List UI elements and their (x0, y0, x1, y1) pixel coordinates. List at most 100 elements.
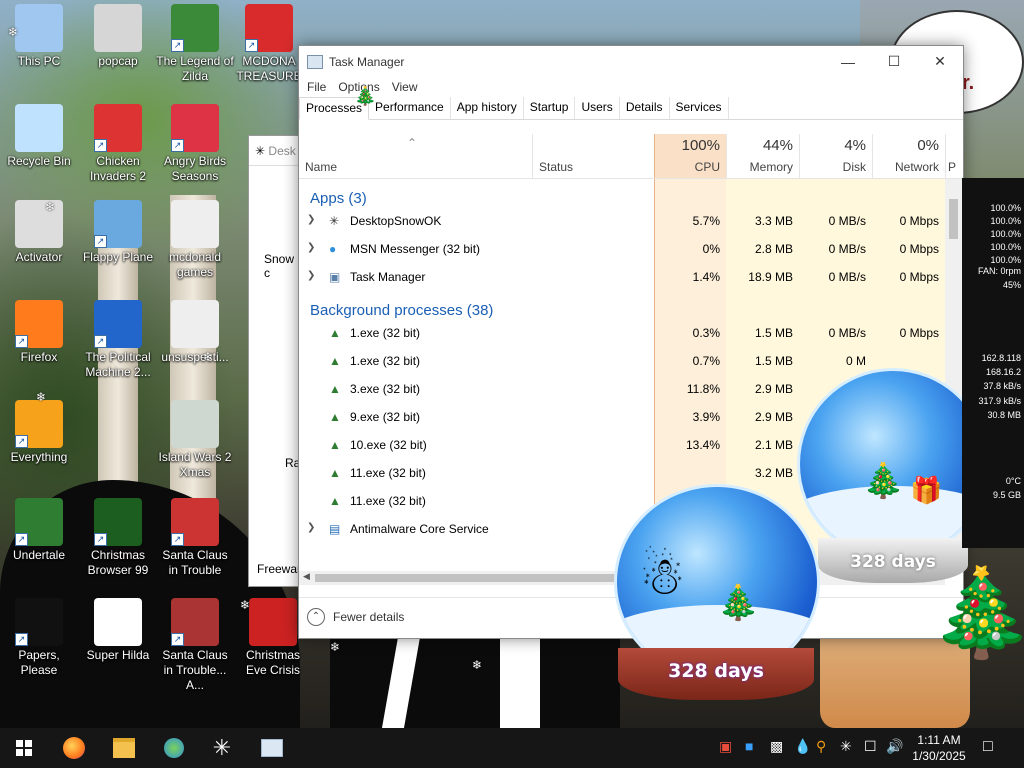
title-bar[interactable]: Task Manager — ☐ ✕ (299, 46, 963, 77)
tab-startup[interactable]: Startup (524, 97, 576, 119)
white-stripe (500, 637, 540, 728)
desktop-icon[interactable]: ↗ MCDONA TREASURE (230, 4, 308, 84)
file-explorer-icon[interactable] (110, 734, 138, 762)
desktop-icon-label: Santa Claus in Trouble... A... (162, 648, 228, 692)
desktop-icon[interactable]: ↗ Firefox (0, 300, 78, 365)
tab-services[interactable]: Services (670, 97, 729, 119)
menu-file[interactable]: File (301, 80, 332, 94)
column-memory[interactable]: 44% Memory (726, 134, 799, 178)
window-title: Task Manager (329, 54, 405, 69)
process-row[interactable]: ▲ 1.exe (32 bit) 0.3% 1.5 MB 0 MB/s 0 Mbps (299, 319, 945, 347)
desktop-icon[interactable]: ↗ Christmas Browser 99 (79, 498, 157, 578)
desktop-icon[interactable]: unsuspecti... (156, 300, 234, 365)
desktop-icon-label: The Political Machine 2... (85, 350, 151, 379)
column-network[interactable]: 0% Network (872, 134, 945, 178)
tree-icon: ▲ (329, 494, 341, 508)
desktop-icon-label: Super Hilda (86, 648, 150, 662)
desktop-icon[interactable]: ↗ Everything (0, 400, 78, 465)
desktop-icon[interactable]: ↗ Papers, Please (0, 598, 78, 678)
taskbar: ✳ ▣ ■ ▩ 💧 ⚲ ✳ ☐ 🔊 1:11 AM 1/30/2025 □ (0, 728, 1024, 768)
shortcut-arrow-icon: ↗ (171, 139, 184, 152)
chevron-up-icon[interactable]: ⌃ (307, 608, 325, 626)
desktop-icon[interactable]: ↗ The Legend of Zilda (156, 4, 234, 84)
process-row[interactable]: ❯ ✳ DesktopSnowOK 5.7% 3.3 MB 0 MB/s 0 Mbps (299, 207, 945, 235)
desktop-icon[interactable]: ↗ Santa Claus in Trouble... A... (156, 598, 234, 693)
close-button[interactable]: ✕ (917, 46, 963, 77)
snowman-icon: ☃ (639, 548, 686, 606)
expand-chevron-icon[interactable]: ❯ (307, 522, 315, 533)
process-name: 9.exe (32 bit) (350, 410, 421, 424)
search-icon[interactable]: ⚲ (816, 738, 826, 755)
maximize-button[interactable]: ☐ (871, 46, 917, 77)
desktop-icon[interactable]: Super Hilda (79, 598, 157, 663)
tree-icon: ▲ (329, 326, 341, 340)
scrollbar-thumb[interactable] (315, 574, 615, 582)
snowflake-icon: ✳ (329, 214, 340, 228)
desktop-icon[interactable]: Island Wars 2 Xmas (156, 400, 234, 480)
volume-icon[interactable]: 🔊 (886, 738, 903, 755)
sort-chevron-icon[interactable]: ⌃ (407, 136, 417, 150)
tab-app-history[interactable]: App history (451, 97, 524, 119)
column-status[interactable]: Status (532, 134, 654, 178)
column-power[interactable]: P (945, 134, 963, 178)
process-row[interactable]: ❯ ● MSN Messenger (32 bit) 0% 2.8 MB 0 MB/s 0 … (299, 235, 945, 263)
expand-chevron-icon[interactable]: ❯ (307, 270, 315, 281)
undertale-icon: ↗ (15, 498, 63, 546)
notification-icon[interactable]: □ (983, 738, 993, 756)
antivirus-icon[interactable]: ▣ (719, 738, 732, 755)
background-window[interactable]: ✳ Desk Snow c Ra Freewar (248, 135, 302, 587)
desktop-icon[interactable]: mcdonald games (156, 200, 234, 280)
column-disk[interactable]: 4% Disk (799, 134, 872, 178)
shadow-shape (330, 630, 620, 728)
desktop-icon[interactable]: ↗ The Political Machine 2... (79, 300, 157, 380)
clock[interactable]: 1:11 AM 1/30/2025 (904, 732, 974, 764)
gadget-reading: 162.8.118 (981, 353, 1021, 363)
expand-chevron-icon[interactable]: ❯ (307, 214, 315, 225)
desktop-icon[interactable]: Activator (0, 200, 78, 265)
angry-birds-icon: ↗ (171, 104, 219, 152)
christmas-tree-icon: 🎄 (862, 462, 905, 500)
firefox-icon[interactable] (60, 734, 88, 762)
blue-square-icon[interactable]: ■ (745, 738, 753, 754)
desktop-icon[interactable]: ↗ Chicken Invaders 2 (79, 104, 157, 184)
snowflake-icon[interactable]: ✳ (840, 738, 852, 755)
process-group-header[interactable]: Background processes (38) (299, 291, 945, 319)
network-tray-icon[interactable]: ☐ (864, 738, 877, 755)
scrollbar-thumb[interactable] (949, 199, 958, 239)
file-icon (171, 300, 219, 348)
desktop-icon-label: Activator (15, 250, 63, 264)
desktop-icon[interactable]: Recycle Bin (0, 104, 78, 169)
minimize-button[interactable]: — (825, 46, 871, 77)
drop-icon[interactable]: 💧 (794, 738, 811, 755)
fewer-details-link[interactable]: Fewer details (333, 610, 404, 624)
tab-details[interactable]: Details (620, 97, 670, 119)
process-disk: 0 MB/s (828, 242, 866, 256)
desktop-icon[interactable]: popcap (79, 4, 157, 69)
windows-start-icon[interactable] (10, 734, 38, 762)
column-cpu[interactable]: 100% CPU (654, 134, 726, 178)
tab-users[interactable]: Users (575, 97, 620, 119)
column-name[interactable]: Name (305, 160, 337, 174)
task-manager-icon[interactable] (258, 734, 286, 762)
process-cpu: 11.8% (686, 382, 720, 396)
process-row[interactable]: ▲ 1.exe (32 bit) 0.7% 1.5 MB 0 M (299, 347, 945, 375)
snowflake-icon: ❄ (330, 640, 341, 654)
desktop-icon[interactable]: ↗ Undertale (0, 498, 78, 563)
desktop-icon[interactable]: ↗ Santa Claus in Trouble (156, 498, 234, 578)
network-icon[interactable]: ▩ (770, 738, 783, 755)
desktop-icon[interactable]: ↗ Angry Birds Seasons (156, 104, 234, 184)
msn-messenger-icon[interactable] (160, 734, 188, 762)
expand-chevron-icon[interactable]: ❯ (307, 242, 315, 253)
power-label: P (948, 160, 957, 174)
menu-view[interactable]: View (386, 80, 424, 94)
process-row[interactable]: ❯ ▣ Task Manager 1.4% 18.9 MB 0 MB/s 0 Mbps (299, 263, 945, 291)
process-memory: 2.9 MB (754, 410, 793, 424)
gadget-reading: 100.0% (990, 216, 1021, 226)
snowflake-icon[interactable]: ✳ (208, 734, 236, 762)
scroll-left-icon[interactable]: ◀ (303, 571, 310, 582)
process-memory: 1.5 MB (754, 326, 793, 340)
process-group-header[interactable]: Apps (3) (299, 179, 945, 207)
tab-performance[interactable]: Performance (369, 97, 451, 119)
desktop-icon[interactable]: ↗ Flappy Plane (79, 200, 157, 265)
desktop-icon-label: The Legend of Zilda (156, 54, 234, 83)
